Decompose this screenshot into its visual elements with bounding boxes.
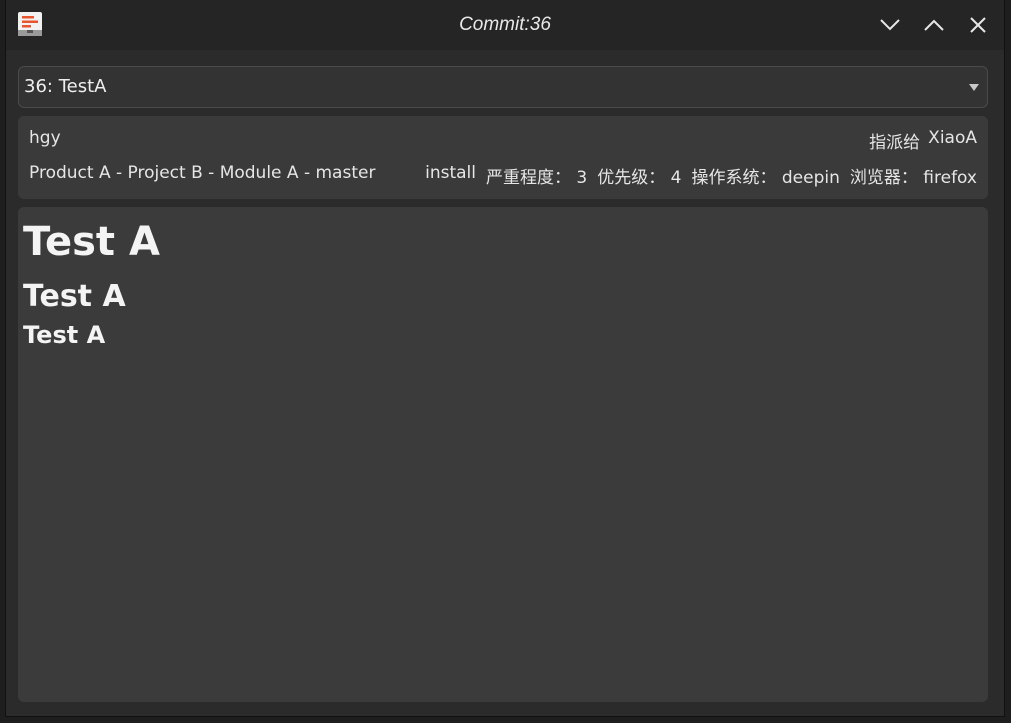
dropdown-arrow-icon [969, 84, 979, 91]
meta-browser: 浏览器： firefox [849, 168, 977, 188]
content-heading-3: Test A [23, 321, 106, 349]
title-bar[interactable]: Commit:36 [6, 0, 1004, 50]
meta-install: install [425, 163, 476, 183]
chevron-down-icon [880, 19, 900, 31]
commit-content[interactable]: Test A Test A Test A [18, 207, 988, 702]
meta-fields: install 严重程度： 3 优先级： 4 操作系统： deepin 浏览器：… [425, 163, 977, 188]
author-name: hgy [29, 128, 61, 148]
commit-info-panel: hgy 指派给 XiaoA Product A - Project B - Mo… [18, 116, 988, 199]
content-heading-1: Test A [23, 219, 160, 265]
minimize-button[interactable] [874, 9, 906, 41]
meta-severity: 严重程度： 3 [486, 168, 588, 188]
chevron-up-icon [924, 19, 944, 31]
close-icon [970, 17, 986, 33]
commit-selector-value: 36: TestA [24, 76, 107, 97]
window-title: Commit:36 [459, 14, 551, 35]
commit-selector[interactable]: 36: TestA [18, 66, 988, 108]
app-icon [17, 11, 43, 37]
product-path: Product A - Project B - Module A - maste… [29, 163, 376, 183]
assigned-user: XiaoA [928, 128, 977, 148]
assigned-label: 指派给 [869, 133, 921, 153]
maximize-button[interactable] [918, 9, 950, 41]
content-heading-2: Test A [23, 279, 126, 314]
assignee: 指派给 XiaoA [869, 128, 977, 153]
commit-window: Commit:36 36: TestA hgy 指派给 XiaoA Produc… [6, 0, 1004, 716]
meta-os: 操作系统： deepin [691, 168, 840, 188]
meta-priority: 优先级： 4 [597, 168, 682, 188]
close-button[interactable] [962, 9, 994, 41]
